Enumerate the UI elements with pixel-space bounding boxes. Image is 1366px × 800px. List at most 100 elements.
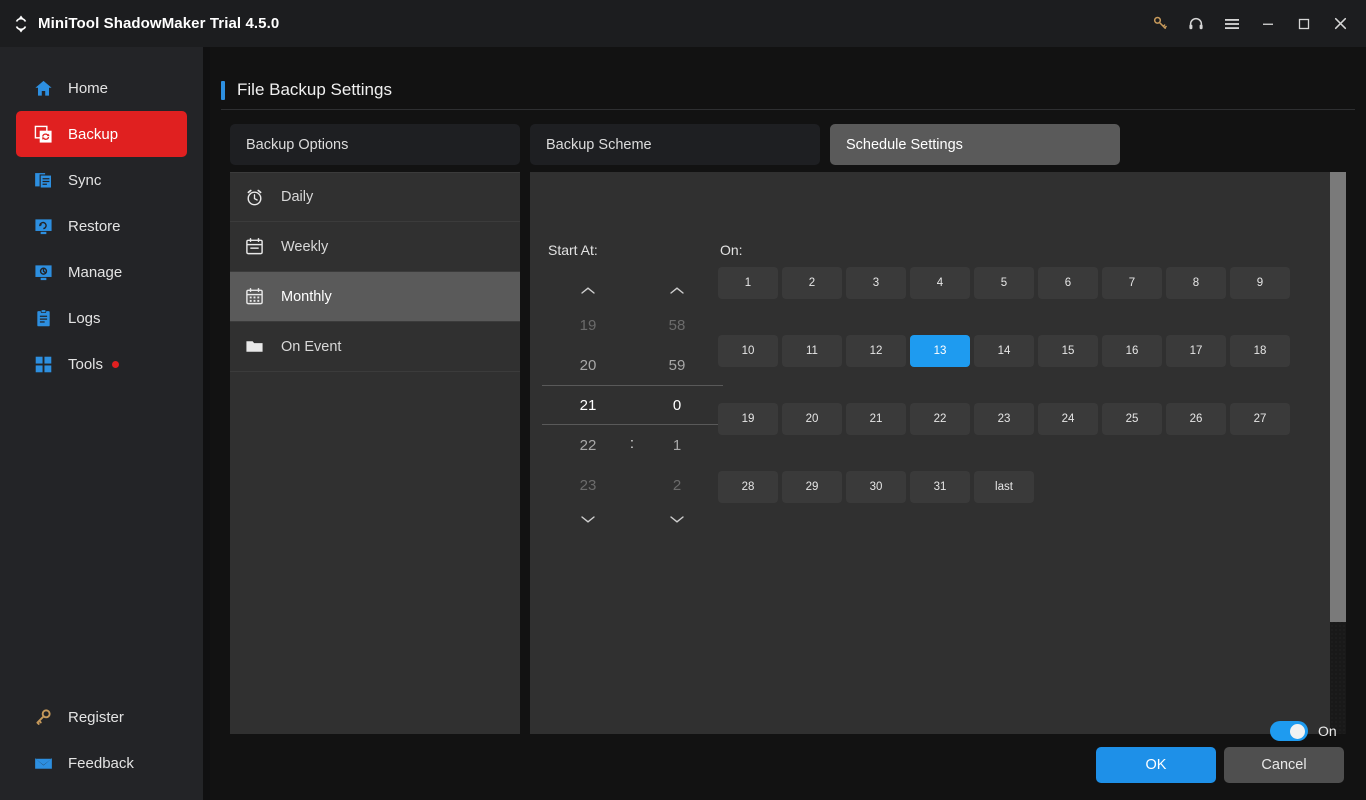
day-button[interactable]: 30: [846, 471, 906, 503]
tab-schedule-settings[interactable]: Schedule Settings: [830, 124, 1120, 165]
calendar-month-icon: [243, 286, 265, 308]
day-button[interactable]: 29: [782, 471, 842, 503]
day-button[interactable]: 24: [1038, 403, 1098, 435]
minute-option[interactable]: 58: [631, 305, 723, 345]
day-button[interactable]: 2: [782, 267, 842, 299]
day-button[interactable]: 3: [846, 267, 906, 299]
tab-label: Schedule Settings: [846, 136, 963, 153]
day-button[interactable]: 6: [1038, 267, 1098, 299]
tab-backup-options[interactable]: Backup Options: [230, 124, 520, 165]
day-button[interactable]: 19: [718, 403, 778, 435]
day-button-selected[interactable]: 13: [910, 335, 970, 367]
day-row-gap: [718, 439, 1314, 467]
scrollbar-thumb[interactable]: [1330, 172, 1346, 622]
day-button[interactable]: 27: [1230, 403, 1290, 435]
day-button[interactable]: 26: [1166, 403, 1226, 435]
app-logo-icon: [10, 13, 32, 35]
day-button[interactable]: 25: [1102, 403, 1162, 435]
sidebar-item-tools[interactable]: Tools: [16, 341, 187, 387]
day-button[interactable]: last: [974, 471, 1034, 503]
minute-option[interactable]: 1: [631, 425, 723, 465]
day-button[interactable]: 9: [1230, 267, 1290, 299]
day-button[interactable]: 5: [974, 267, 1034, 299]
minute-down-chevron-icon[interactable]: [631, 505, 723, 533]
day-button[interactable]: 15: [1038, 335, 1098, 367]
sidebar-item-feedback[interactable]: Feedback: [16, 740, 187, 786]
schedule-toggle[interactable]: [1270, 721, 1308, 741]
day-button[interactable]: 11: [782, 335, 842, 367]
sidebar-item-label: Sync: [68, 171, 102, 189]
day-button[interactable]: 8: [1166, 267, 1226, 299]
day-button[interactable]: 17: [1166, 335, 1226, 367]
alarm-clock-icon: [243, 186, 265, 208]
schedule-type-panel: Daily Weekly Monthly On Event: [230, 172, 520, 734]
calendar-icon: [243, 236, 265, 258]
schedule-detail-panel: Start At: 19 20 21 22 23 : 58 59 0 1 2 O…: [530, 172, 1330, 734]
minute-spinner[interactable]: 58 59 0 1 2: [631, 277, 723, 533]
key-icon: [32, 706, 54, 728]
hour-option-selected[interactable]: 21: [542, 385, 634, 425]
day-button[interactable]: 10: [718, 335, 778, 367]
day-button[interactable]: 21: [846, 403, 906, 435]
day-button[interactable]: 18: [1230, 335, 1290, 367]
hour-spinner[interactable]: 19 20 21 22 23: [542, 277, 634, 533]
minimize-icon[interactable]: [1250, 7, 1286, 41]
schedule-item-label: On Event: [281, 338, 342, 355]
ok-button[interactable]: OK: [1096, 747, 1216, 783]
close-icon[interactable]: [1322, 7, 1358, 41]
day-of-month-grid: 1 2 3 4 5 6 7 8 9 10 11 12 13 14 15 16 17 18 19 20 21 22 23 24 2…: [718, 267, 1314, 503]
title-divider: [221, 109, 1355, 110]
schedule-item-monthly[interactable]: Monthly: [230, 272, 520, 322]
tab-backup-scheme[interactable]: Backup Scheme: [530, 124, 820, 165]
sidebar-item-home[interactable]: Home: [16, 65, 187, 111]
day-button[interactable]: 12: [846, 335, 906, 367]
minute-option[interactable]: 59: [631, 345, 723, 385]
cancel-button[interactable]: Cancel: [1224, 747, 1344, 783]
menu-hamburger-icon[interactable]: [1214, 7, 1250, 41]
sidebar-item-restore[interactable]: Restore: [16, 203, 187, 249]
day-button[interactable]: 28: [718, 471, 778, 503]
maximize-icon[interactable]: [1286, 7, 1322, 41]
title-accent-bar: [221, 80, 225, 100]
tab-label: Backup Scheme: [546, 136, 652, 153]
hour-option[interactable]: 20: [542, 345, 634, 385]
support-headset-icon[interactable]: [1178, 7, 1214, 41]
home-icon: [32, 77, 54, 99]
hour-down-chevron-icon[interactable]: [542, 505, 634, 533]
tools-icon: [32, 353, 54, 375]
day-button[interactable]: 16: [1102, 335, 1162, 367]
day-button[interactable]: 31: [910, 471, 970, 503]
schedule-item-weekly[interactable]: Weekly: [230, 222, 520, 272]
schedule-item-daily[interactable]: Daily: [230, 172, 520, 222]
day-button[interactable]: 20: [782, 403, 842, 435]
sidebar-item-sync[interactable]: Sync: [16, 157, 187, 203]
register-key-icon[interactable]: [1142, 7, 1178, 41]
schedule-item-label: Monthly: [281, 288, 332, 305]
hour-up-chevron-icon[interactable]: [542, 277, 634, 305]
day-button[interactable]: 22: [910, 403, 970, 435]
day-button[interactable]: 4: [910, 267, 970, 299]
backup-icon: [32, 123, 54, 145]
schedule-item-on-event[interactable]: On Event: [230, 322, 520, 372]
sidebar-item-manage[interactable]: Manage: [16, 249, 187, 295]
day-button[interactable]: 1: [718, 267, 778, 299]
day-button[interactable]: 23: [974, 403, 1034, 435]
minute-up-chevron-icon[interactable]: [631, 277, 723, 305]
sync-icon: [32, 169, 54, 191]
sidebar-item-label: Tools: [68, 355, 104, 373]
sidebar-item-logs[interactable]: Logs: [16, 295, 187, 341]
hour-option[interactable]: 19: [542, 305, 634, 345]
toggle-knob: [1290, 723, 1305, 739]
hour-option[interactable]: 22: [542, 425, 634, 465]
title-bar: MiniTool ShadowMaker Trial 4.5.0: [0, 0, 1366, 47]
sidebar-item-backup[interactable]: Backup: [16, 111, 187, 157]
minute-option-selected[interactable]: 0: [631, 385, 723, 425]
day-button[interactable]: 14: [974, 335, 1034, 367]
dialog-buttons: OK Cancel: [1096, 747, 1344, 783]
start-at-label: Start At:: [548, 242, 598, 258]
sidebar-item-register[interactable]: Register: [16, 694, 187, 740]
app-title: MiniTool ShadowMaker Trial 4.5.0: [38, 15, 280, 32]
hour-option[interactable]: 23: [542, 465, 634, 505]
minute-option[interactable]: 2: [631, 465, 723, 505]
day-button[interactable]: 7: [1102, 267, 1162, 299]
